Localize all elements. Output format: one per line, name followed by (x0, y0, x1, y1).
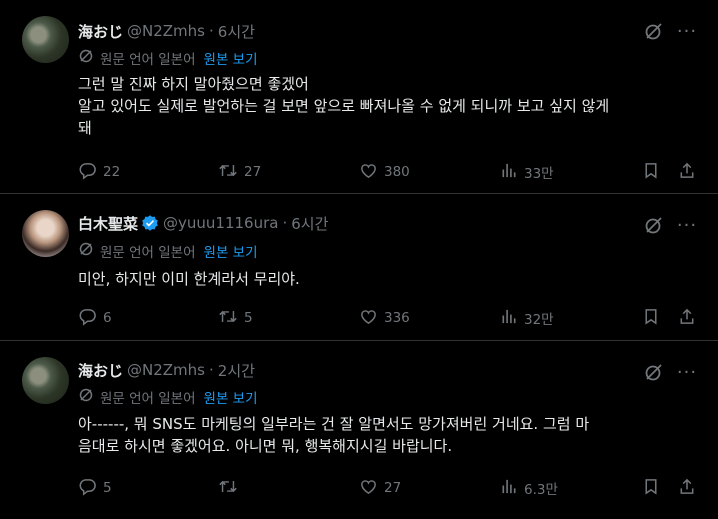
verified-icon (141, 214, 159, 232)
tweet-1[interactable]: 海おじ @N2Zmhs · 6시간 ··· 원문 언어 일본어 원본 보기 그런… (0, 0, 718, 193)
more-icon[interactable]: ··· (676, 214, 698, 236)
translate-label: 원문 언어 일본어 (100, 52, 196, 68)
more-icon[interactable]: ··· (676, 20, 698, 42)
like-button[interactable]: 380 (359, 161, 410, 183)
reply-button[interactable]: 22 (78, 161, 120, 183)
like-count: 27 (384, 480, 402, 496)
translate-icon (78, 48, 100, 68)
views-icon (500, 161, 524, 184)
author-handle[interactable]: @N2Zmhs (127, 22, 205, 40)
translate-icon (78, 387, 100, 407)
grok-icon[interactable] (642, 361, 666, 383)
translate-label: 원문 언어 일본어 (100, 391, 196, 407)
views-count: 6.3만 (524, 482, 558, 498)
author-handle[interactable]: @N2Zmhs (127, 361, 205, 379)
reply-icon (78, 161, 103, 184)
tweet-header: 海おじ @N2Zmhs · 2시간 (78, 359, 255, 381)
bookmark-button[interactable] (642, 161, 666, 183)
show-original-link[interactable]: 원본 보기 (204, 241, 258, 261)
tweet-3[interactable]: 海おじ @N2Zmhs · 2시간 ··· 원문 언어 일본어 원본 보기 아-… (0, 341, 718, 519)
retweet-icon (218, 161, 244, 184)
like-button[interactable]: 27 (359, 477, 401, 499)
tweet-text: 아------, 뭐 SNS도 마케팅의 일부라는 건 잘 알면서도 망가져버린… (78, 413, 698, 457)
views-icon (500, 307, 524, 330)
retweet-button[interactable]: 5 (218, 307, 253, 329)
reply-count: 6 (103, 310, 112, 326)
translate-label: 원문 언어 일본어 (100, 245, 196, 261)
grok-icon[interactable] (642, 20, 666, 42)
retweet-button[interactable] (218, 477, 244, 499)
tweet-2[interactable]: 白木聖菜 @yuuu1116ura · 6시간 ··· 원문 언어 일본어 원본… (0, 194, 718, 340)
avatar[interactable] (22, 357, 69, 404)
views-icon (500, 477, 524, 500)
grok-icon[interactable] (642, 214, 666, 236)
retweet-button[interactable]: 27 (218, 161, 261, 183)
tweet-text-line: 그런 말 진짜 하지 말아줬으면 좋겠어 (78, 75, 309, 93)
share-button[interactable] (678, 161, 702, 183)
translate-row: 원문 언어 일본어 원본 보기 (78, 387, 258, 407)
bookmark-icon (642, 307, 666, 330)
action-bar: 5 27 6.3만 (0, 477, 718, 499)
reply-icon (78, 477, 103, 500)
more-icon[interactable]: ··· (676, 361, 698, 383)
show-original-link[interactable]: 원본 보기 (204, 48, 258, 68)
show-original-link[interactable]: 원본 보기 (204, 387, 258, 407)
like-count: 380 (384, 164, 410, 180)
tweet-text-line: 아------, 뭐 SNS도 마케팅의 일부라는 건 잘 알면서도 망가져버린… (78, 415, 590, 433)
bookmark-icon (642, 477, 666, 500)
tweet-text: 미안, 하지만 이미 한계라서 무리야. (78, 268, 698, 290)
reply-button[interactable]: 6 (78, 307, 112, 329)
action-bar: 22 27 380 33만 (0, 161, 718, 183)
views-count: 33만 (524, 166, 554, 182)
share-icon (678, 161, 702, 184)
timestamp[interactable]: 2시간 (218, 360, 255, 381)
bookmark-button[interactable] (642, 477, 666, 499)
translate-row: 원문 언어 일본어 원본 보기 (78, 241, 258, 261)
avatar[interactable] (22, 16, 69, 63)
tweet-text: 그런 말 진짜 하지 말아줬으면 좋겠어 알고 있어도 실제로 발언하는 걸 보… (78, 73, 698, 139)
reply-button[interactable]: 5 (78, 477, 112, 499)
separator: · (209, 361, 214, 379)
tweet-header: 海おじ @N2Zmhs · 6시간 (78, 20, 255, 42)
separator: · (209, 22, 214, 40)
like-icon (359, 307, 384, 330)
views-button[interactable]: 6.3만 (500, 477, 558, 499)
retweet-count: 27 (244, 164, 262, 180)
views-button[interactable]: 32만 (500, 307, 554, 329)
like-icon (359, 477, 384, 500)
author-name[interactable]: 白木聖菜 (78, 213, 138, 234)
author-handle[interactable]: @yuuu1116ura (163, 214, 278, 232)
like-button[interactable]: 336 (359, 307, 410, 329)
reply-icon (78, 307, 103, 330)
reply-count: 5 (103, 480, 112, 496)
share-icon (678, 307, 702, 330)
tweet-text-line: 미안, 하지만 이미 한계라서 무리야. (78, 270, 300, 288)
retweet-icon (218, 307, 244, 330)
author-name[interactable]: 海おじ (78, 360, 123, 381)
separator: · (282, 214, 288, 232)
tweet-text-line: 알고 있어도 실제로 발언하는 걸 보면 앞으로 빠져나올 수 없게 되니까 보… (78, 97, 610, 115)
tweet-text-line: 음대로 하시면 좋겠어요. 아니면 뭐, 행복해지시길 바랍니다. (78, 437, 453, 455)
share-button[interactable] (678, 477, 702, 499)
timestamp[interactable]: 6시간 (291, 213, 328, 234)
avatar[interactable] (22, 210, 69, 257)
retweet-count: 5 (244, 310, 253, 326)
translate-icon (78, 241, 100, 261)
bookmark-icon (642, 161, 666, 184)
views-button[interactable]: 33만 (500, 161, 554, 183)
tweet-header: 白木聖菜 @yuuu1116ura · 6시간 (78, 212, 328, 234)
reply-count: 22 (103, 164, 121, 180)
views-count: 32만 (524, 312, 554, 328)
retweet-icon (218, 477, 244, 500)
author-name[interactable]: 海おじ (78, 21, 123, 42)
tweet-text-line: 돼 (78, 119, 92, 137)
bookmark-button[interactable] (642, 307, 666, 329)
like-icon (359, 161, 384, 184)
timestamp[interactable]: 6시간 (218, 21, 255, 42)
translate-row: 원문 언어 일본어 원본 보기 (78, 48, 258, 68)
like-count: 336 (384, 310, 410, 326)
share-button[interactable] (678, 307, 702, 329)
share-icon (678, 477, 702, 500)
action-bar: 6 5 336 32만 (0, 307, 718, 329)
